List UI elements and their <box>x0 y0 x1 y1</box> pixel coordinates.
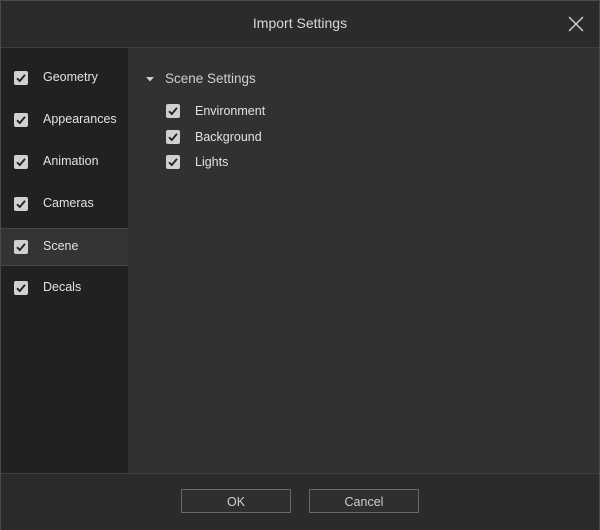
import-settings-dialog: Import Settings Geometry Appearances Ani… <box>0 0 600 530</box>
sidebar-item-label: Cameras <box>43 196 94 210</box>
option-label: Lights <box>195 155 229 169</box>
sidebar-item-geometry[interactable]: Geometry <box>1 59 128 97</box>
sidebar-item-label: Scene <box>43 239 79 253</box>
dialog-footer: OK Cancel <box>1 473 599 530</box>
sidebar-item-label: Animation <box>43 154 99 168</box>
sidebar-item-animation[interactable]: Animation <box>1 143 128 181</box>
decals-checkbox[interactable] <box>14 281 28 295</box>
sidebar-item-label: Geometry <box>43 70 98 84</box>
checkmark-icon <box>16 116 26 125</box>
animation-checkbox[interactable] <box>14 155 28 169</box>
background-checkbox[interactable] <box>166 130 180 144</box>
checkmark-icon <box>16 158 26 167</box>
option-lights[interactable]: Lights <box>166 153 366 173</box>
caret-down-icon <box>146 77 154 82</box>
settings-panel: Scene Settings Environment Background Li… <box>129 48 599 473</box>
scene-checkbox[interactable] <box>14 240 28 254</box>
option-environment[interactable]: Environment <box>166 102 366 122</box>
appearances-checkbox[interactable] <box>14 113 28 127</box>
checkmark-icon <box>16 200 26 209</box>
option-background[interactable]: Background <box>166 128 366 148</box>
geometry-checkbox[interactable] <box>14 71 28 85</box>
checkmark-icon <box>168 107 178 116</box>
sidebar-item-appearances[interactable]: Appearances <box>1 101 128 139</box>
option-label: Background <box>195 130 262 144</box>
section-title: Scene Settings <box>165 71 256 86</box>
checkmark-icon <box>16 74 26 83</box>
checkmark-icon <box>16 284 26 293</box>
cancel-button[interactable]: Cancel <box>309 489 419 513</box>
ok-button[interactable]: OK <box>181 489 291 513</box>
lights-checkbox[interactable] <box>166 155 180 169</box>
close-icon <box>568 16 584 32</box>
close-button[interactable] <box>565 13 587 35</box>
checkmark-icon <box>168 158 178 167</box>
sidebar-item-decals[interactable]: Decals <box>1 269 128 307</box>
sidebar-item-cameras[interactable]: Cameras <box>1 185 128 223</box>
category-sidebar: Geometry Appearances Animation Cameras S… <box>1 48 128 473</box>
checkmark-icon <box>168 133 178 142</box>
title-bar: Import Settings <box>1 1 599 48</box>
sidebar-item-scene[interactable]: Scene <box>1 228 128 266</box>
sidebar-item-label: Appearances <box>43 112 117 126</box>
dialog-title: Import Settings <box>252 15 348 31</box>
environment-checkbox[interactable] <box>166 104 180 118</box>
sidebar-item-label: Decals <box>43 280 82 294</box>
cameras-checkbox[interactable] <box>14 197 28 211</box>
option-label: Environment <box>195 104 266 118</box>
checkmark-icon <box>16 243 26 252</box>
